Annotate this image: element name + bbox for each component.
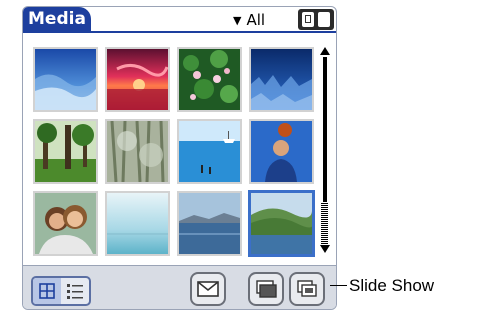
forest-image: [35, 121, 96, 182]
sunset-image: [107, 49, 169, 110]
media-thumbnail[interactable]: [33, 119, 98, 184]
scroll-down-arrow-icon[interactable]: [320, 245, 330, 253]
view-mode-toggle: [31, 276, 91, 306]
expansion-card-icon: [318, 12, 330, 27]
grid-view-button[interactable]: [33, 278, 61, 304]
slideshow-callout-label: Slide Show: [349, 276, 435, 295]
media-thumbnail[interactable]: [105, 119, 170, 184]
lake-image: [179, 193, 240, 254]
media-thumbnail[interactable]: [177, 47, 242, 112]
card-storage-toggle[interactable]: [298, 9, 334, 30]
category-picker[interactable]: ▼ All: [233, 10, 265, 30]
green-hills-image: [251, 193, 313, 254]
media-thumbnail[interactable]: [105, 191, 170, 256]
frosted-trees-image: [107, 120, 168, 183]
media-thumbnail[interactable]: [249, 119, 314, 184]
bottom-toolbar: [23, 265, 336, 309]
app-title[interactable]: Media: [23, 7, 91, 32]
list-icon: [67, 284, 83, 299]
man-with-ball-image: [251, 121, 312, 182]
title-bar: Media ▼ All: [23, 7, 336, 33]
grid-icon: [39, 283, 55, 299]
category-selected: All: [246, 11, 266, 29]
send-button[interactable]: [190, 272, 226, 306]
media-thumbnail[interactable]: [177, 191, 242, 256]
misty-sea-image: [107, 193, 168, 254]
callout-leader-line: [330, 285, 347, 286]
dropdown-triangle-icon: ▼: [233, 13, 242, 27]
media-thumbnail[interactable]: [33, 191, 98, 256]
blue-waves-image: [35, 49, 96, 110]
beach-boat-image: [179, 121, 240, 182]
water-lilies-image: [179, 49, 240, 110]
scroll-track[interactable]: [323, 57, 327, 202]
title-underline: [23, 31, 336, 33]
media-thumbnail[interactable]: [177, 119, 242, 184]
slideshow-button[interactable]: [289, 272, 325, 306]
details-button[interactable]: [248, 272, 284, 306]
media-thumbnail[interactable]: [33, 47, 98, 112]
scroll-up-arrow-icon[interactable]: [320, 47, 330, 55]
underwater-image: [251, 49, 312, 110]
media-thumbnail-selected[interactable]: [248, 190, 315, 257]
list-view-button[interactable]: [61, 278, 89, 304]
scroll-thumb[interactable]: [321, 202, 328, 244]
media-thumbnail[interactable]: [105, 47, 170, 112]
envelope-icon: [197, 281, 219, 297]
vertical-scrollbar[interactable]: [318, 47, 332, 253]
handheld-icon: [302, 12, 314, 27]
folder-icon: [256, 280, 277, 298]
media-thumbnail[interactable]: [249, 47, 314, 112]
slideshow-icon: [297, 280, 317, 297]
media-app-window: Media ▼ All: [22, 6, 337, 310]
two-friends-image: [35, 193, 96, 254]
